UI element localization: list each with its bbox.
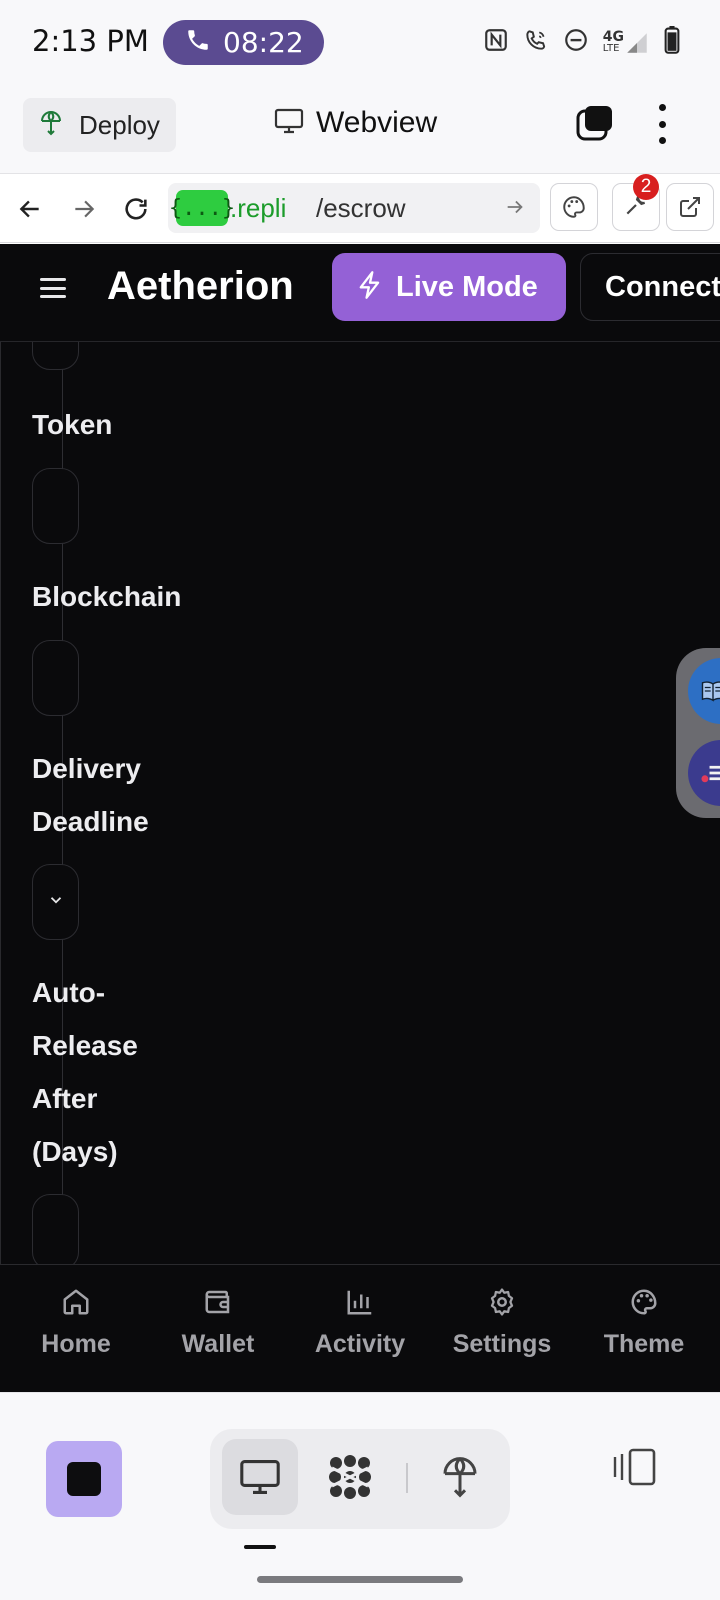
url-bar: {...} .repli /escrow 2	[0, 174, 720, 243]
brand-title: Aetherion	[107, 264, 294, 308]
webview-label: Webview	[316, 106, 438, 139]
menu-icon[interactable]	[40, 278, 66, 298]
nav-activity[interactable]: Activity	[300, 1287, 420, 1359]
nav-theme[interactable]: Theme	[584, 1287, 704, 1359]
divider	[406, 1463, 408, 1493]
phone-icon	[185, 27, 211, 58]
home-indicator[interactable]	[257, 1576, 463, 1583]
app-header: Aetherion Live Mode Connect	[0, 244, 720, 342]
delivery-deadline-select[interactable]	[32, 864, 79, 940]
deploy-label: Deploy	[79, 109, 160, 140]
chevron-down-icon	[47, 891, 65, 914]
nav-wallet-label: Wallet	[181, 1330, 255, 1358]
url-badge: {...}	[169, 190, 235, 226]
guide-book-icon[interactable]	[688, 658, 720, 724]
signal-4g-lte-icon: 4G LTE	[603, 30, 650, 56]
floating-side-dock	[676, 648, 720, 818]
status-icons: 4G LTE	[483, 26, 680, 59]
nav-settings[interactable]: Settings	[442, 1287, 562, 1359]
label-line: Delivery	[32, 753, 141, 784]
go-arrow-icon[interactable]	[504, 196, 526, 223]
bar-chart-icon	[345, 1287, 375, 1322]
battery-icon	[664, 26, 680, 59]
palette-tool-icon[interactable]	[550, 183, 598, 231]
forward-icon[interactable]	[66, 191, 102, 227]
more-options-icon[interactable]	[650, 104, 674, 144]
devtools-button[interactable]: 2	[612, 174, 660, 231]
nfc-icon	[483, 27, 509, 58]
auto-release-days-input[interactable]	[32, 1194, 79, 1264]
wallet-icon	[203, 1287, 233, 1322]
home-icon	[61, 1287, 91, 1322]
wifi-calling-icon	[523, 27, 549, 58]
logs-list-icon[interactable]	[688, 740, 720, 806]
palette-icon	[629, 1287, 659, 1322]
connect-label: Connect	[605, 270, 720, 303]
blockchain-label: Blockchain	[32, 581, 182, 612]
network-subtype: LTE	[602, 42, 620, 54]
ongoing-call-chip[interactable]: 08:22	[163, 20, 324, 65]
nav-wallet[interactable]: Wallet	[158, 1287, 278, 1359]
gear-icon	[487, 1287, 517, 1322]
lightning-icon	[356, 270, 384, 305]
escrow-form: Token Blockchain Delivery Deadline Auto-…	[0, 342, 720, 1264]
connect-button[interactable]: Connect	[580, 253, 720, 321]
deploy-icon	[39, 110, 63, 141]
url-input[interactable]: {...} .repli /escrow	[168, 183, 540, 233]
url-host: .repli	[230, 192, 287, 223]
deploy-nav-icon[interactable]	[422, 1439, 498, 1515]
live-mode-label: Live Mode	[396, 270, 538, 303]
label-line: Auto-	[32, 977, 106, 1008]
agent-icon[interactable]	[312, 1439, 388, 1515]
token-label: Token	[32, 409, 113, 440]
stop-icon	[67, 1462, 101, 1496]
status-bar: 2:13 PM 08:22 4G LTE	[0, 0, 720, 80]
label-line: After	[32, 1083, 98, 1114]
active-indicator	[244, 1545, 276, 1549]
view-switcher	[210, 1429, 510, 1529]
monitor-icon	[274, 107, 304, 140]
nav-home[interactable]: Home	[16, 1287, 136, 1359]
token-input[interactable]	[32, 468, 79, 544]
status-time: 2:13 PM	[32, 24, 149, 58]
nav-home-label: Home	[41, 1330, 111, 1358]
label-line: Deadline	[32, 806, 149, 837]
previous-field-input[interactable]	[32, 342, 79, 370]
tabs-icon[interactable]	[576, 104, 614, 147]
deploy-button[interactable]: Deploy	[23, 98, 176, 152]
notification-badge: 2	[633, 174, 659, 200]
side-panel-icon[interactable]	[612, 1447, 658, 1492]
network-type: 4G	[602, 28, 624, 45]
bottom-navigation: Home Wallet Activity Settings Theme	[0, 1264, 720, 1392]
url-path: /escrow	[316, 192, 406, 223]
live-mode-button[interactable]: Live Mode	[332, 253, 566, 321]
nav-activity-label: Activity	[314, 1330, 406, 1358]
reload-icon[interactable]	[118, 191, 154, 227]
webview-title: Webview	[274, 106, 437, 140]
call-timer: 08:22	[223, 26, 304, 59]
auto-release-label: Auto- Release After (Days)	[32, 966, 232, 1178]
replit-bottom-bar	[0, 1392, 720, 1600]
label-line: (Days)	[32, 1136, 118, 1167]
desktop-icon[interactable]	[222, 1439, 298, 1515]
stop-button[interactable]	[46, 1441, 122, 1517]
delivery-deadline-label: Delivery Deadline	[32, 742, 232, 848]
blockchain-input[interactable]	[32, 640, 79, 716]
label-line: Release	[32, 1030, 138, 1061]
webview-content: Aetherion Live Mode Connect Token Blockc…	[0, 244, 720, 1392]
nav-theme-label: Theme	[603, 1330, 685, 1358]
nav-settings-label: Settings	[452, 1330, 552, 1358]
left-border	[0, 342, 1, 1264]
replit-top-bar: Deploy Webview	[0, 80, 720, 174]
open-external-icon[interactable]	[666, 183, 714, 231]
back-icon[interactable]	[12, 191, 48, 227]
do-not-disturb-icon	[563, 27, 589, 58]
